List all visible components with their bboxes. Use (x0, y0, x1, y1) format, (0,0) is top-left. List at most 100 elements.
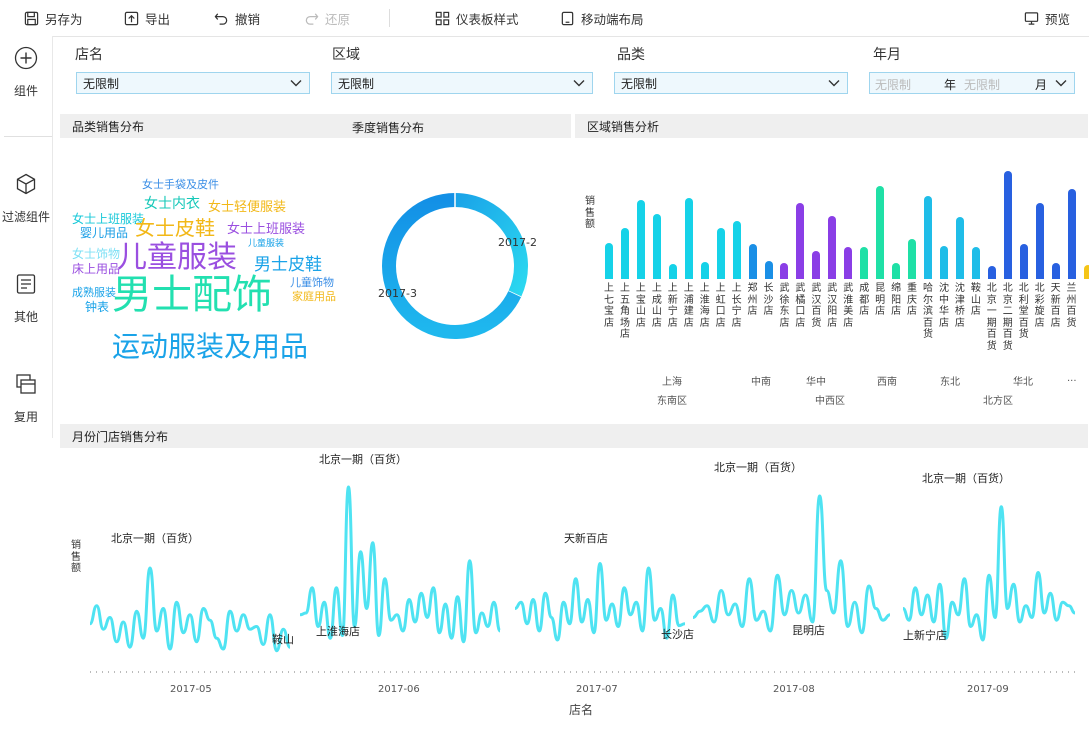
bar[interactable] (716, 228, 725, 279)
bar[interactable] (876, 186, 885, 279)
word-cloud-word: 儿童服装 (248, 239, 285, 249)
bar[interactable] (1051, 262, 1060, 279)
bar[interactable] (1003, 171, 1012, 279)
store-select[interactable]: 无限制 (76, 72, 310, 94)
bar[interactable] (636, 200, 645, 279)
bar-category-label: 成都店 (859, 283, 870, 317)
tablet-icon (561, 11, 574, 25)
bar[interactable] (812, 250, 821, 279)
bar-category-label: 长沙店 (763, 283, 774, 317)
sidebar-item-filter-components[interactable]: 过滤组件 (0, 172, 52, 225)
redo-button[interactable]: 还原 (304, 0, 350, 36)
line-annotation: 天新百店 (564, 532, 608, 545)
bar[interactable] (828, 216, 837, 279)
sidebar-item-reuse[interactable]: 复用 (0, 372, 52, 425)
word-cloud-word: 女士皮鞋 (135, 216, 215, 240)
bar-category-label: 上虹口店 (715, 283, 726, 329)
line-annotation: 北京一期（百货） (714, 461, 802, 474)
region-panel-header: 区域销售分析 (575, 114, 1088, 138)
chevron-down-icon (1055, 80, 1067, 87)
word-cloud-word: 运动服装及用品 (112, 330, 309, 363)
bar-category-label: 武汉阳店 (827, 283, 838, 329)
cube-icon (16, 173, 36, 195)
bar[interactable] (1083, 264, 1089, 279)
redo-icon (305, 12, 319, 25)
bar[interactable] (796, 203, 805, 279)
preview-button[interactable]: 预览 (1024, 0, 1070, 36)
bar-y-axis-label: 销售额 (585, 196, 595, 230)
bar[interactable] (892, 262, 901, 279)
line-annotation: 北京一期（百货） (922, 472, 1010, 485)
bar-region-label: 东北 (940, 377, 960, 388)
bar-category-label: 鞍山店 (970, 283, 981, 317)
bar-category-label: 上新宁店 (667, 283, 678, 329)
bar[interactable] (860, 246, 869, 279)
bar[interactable] (780, 262, 789, 279)
word-cloud-word: 女士轻便服装 (208, 200, 287, 215)
bar-region-label: 中南 (751, 377, 771, 388)
line-series[interactable] (514, 562, 686, 642)
bar[interactable] (620, 228, 629, 279)
bar[interactable] (668, 263, 677, 279)
bar[interactable] (971, 246, 980, 279)
sidebar-item-components[interactable]: 组件 (0, 46, 52, 99)
bar[interactable] (605, 243, 613, 279)
month-filter-label: 年月 (873, 47, 901, 63)
bar[interactable] (1035, 203, 1044, 279)
bar[interactable] (1019, 244, 1028, 279)
line-series[interactable] (902, 505, 1076, 642)
sidebar-item-label: 组件 (13, 84, 38, 98)
mobile-layout-button[interactable]: 移动端布局 (560, 0, 644, 36)
bar-category-label: 北利堂百货 (1018, 283, 1029, 340)
export-button[interactable]: 导出 (124, 0, 170, 36)
monthly-line-chart: 销售额 2017-05 2017-06 2017-07 2017-08 2017-09 店名… (60, 448, 1088, 731)
month-unit: 月 (1035, 78, 1048, 92)
bar[interactable] (748, 244, 757, 279)
bar[interactable] (700, 261, 709, 279)
word-cloud-word: 婴儿用品 (80, 226, 129, 240)
line-annotation: 昆明店 (792, 624, 825, 637)
bar[interactable] (955, 217, 964, 279)
bar[interactable] (908, 239, 917, 279)
bar[interactable] (939, 245, 948, 279)
bar[interactable] (732, 220, 741, 279)
bar[interactable] (764, 260, 773, 279)
bar-area-label: 北方区 (983, 396, 1013, 407)
line-series[interactable] (692, 494, 891, 635)
bar[interactable] (987, 266, 996, 279)
undo-button[interactable]: 撤销 (214, 0, 260, 36)
category-word-cloud: 女士手袋及皮件 女士内衣 女士轻便服装 女士上班服装 婴儿用品 女士皮鞋 女士上班服装 儿童服… (62, 140, 344, 410)
bar-region-label: 西南 (877, 377, 897, 388)
line-x-tick-label: 2017-06 (378, 684, 420, 695)
year-placeholder: 无限制 (875, 78, 912, 92)
bar-category-label: 绵阳店 (891, 283, 902, 317)
category-select[interactable]: 无限制 (614, 72, 848, 94)
bar[interactable] (684, 198, 693, 279)
bar-category-label: 上五角场店 (619, 283, 630, 340)
bar[interactable] (924, 195, 932, 279)
save-as-button[interactable]: 另存为 (24, 0, 83, 36)
bar-region-label: ... (1067, 373, 1077, 384)
line-x-tick-label: 2017-09 (967, 684, 1009, 695)
redo-label: 还原 (325, 11, 351, 27)
bar-category-label: 天新百店 (1050, 283, 1061, 329)
bar-category-label: 哈尔滨百货 (923, 283, 933, 340)
region-select[interactable]: 无限制 (331, 72, 593, 94)
bar[interactable] (844, 246, 853, 279)
sidebar-item-other[interactable]: 其他 (0, 272, 52, 325)
bar-category-label: 北京二期百货 (1002, 283, 1013, 352)
bar[interactable] (652, 214, 661, 279)
category-filter-label: 品类 (617, 47, 645, 63)
line-x-tick-label: 2017-07 (576, 684, 618, 695)
toolbar-divider (389, 9, 390, 27)
dashboard-style-button[interactable]: 仪表板样式 (435, 0, 519, 36)
export-icon (124, 11, 139, 25)
store-filter-label: 店名 (75, 47, 103, 63)
bar[interactable] (1067, 189, 1076, 279)
year-month-select[interactable]: 无限制 年 无限制 月 (869, 72, 1075, 94)
line-series[interactable] (299, 485, 502, 644)
component-sidebar: 组件 过滤组件 其他 复用 (0, 36, 53, 438)
line-series[interactable] (89, 566, 291, 653)
bar-category-label: 武橘口店 (795, 283, 806, 329)
region-select-value: 无限制 (338, 76, 375, 91)
